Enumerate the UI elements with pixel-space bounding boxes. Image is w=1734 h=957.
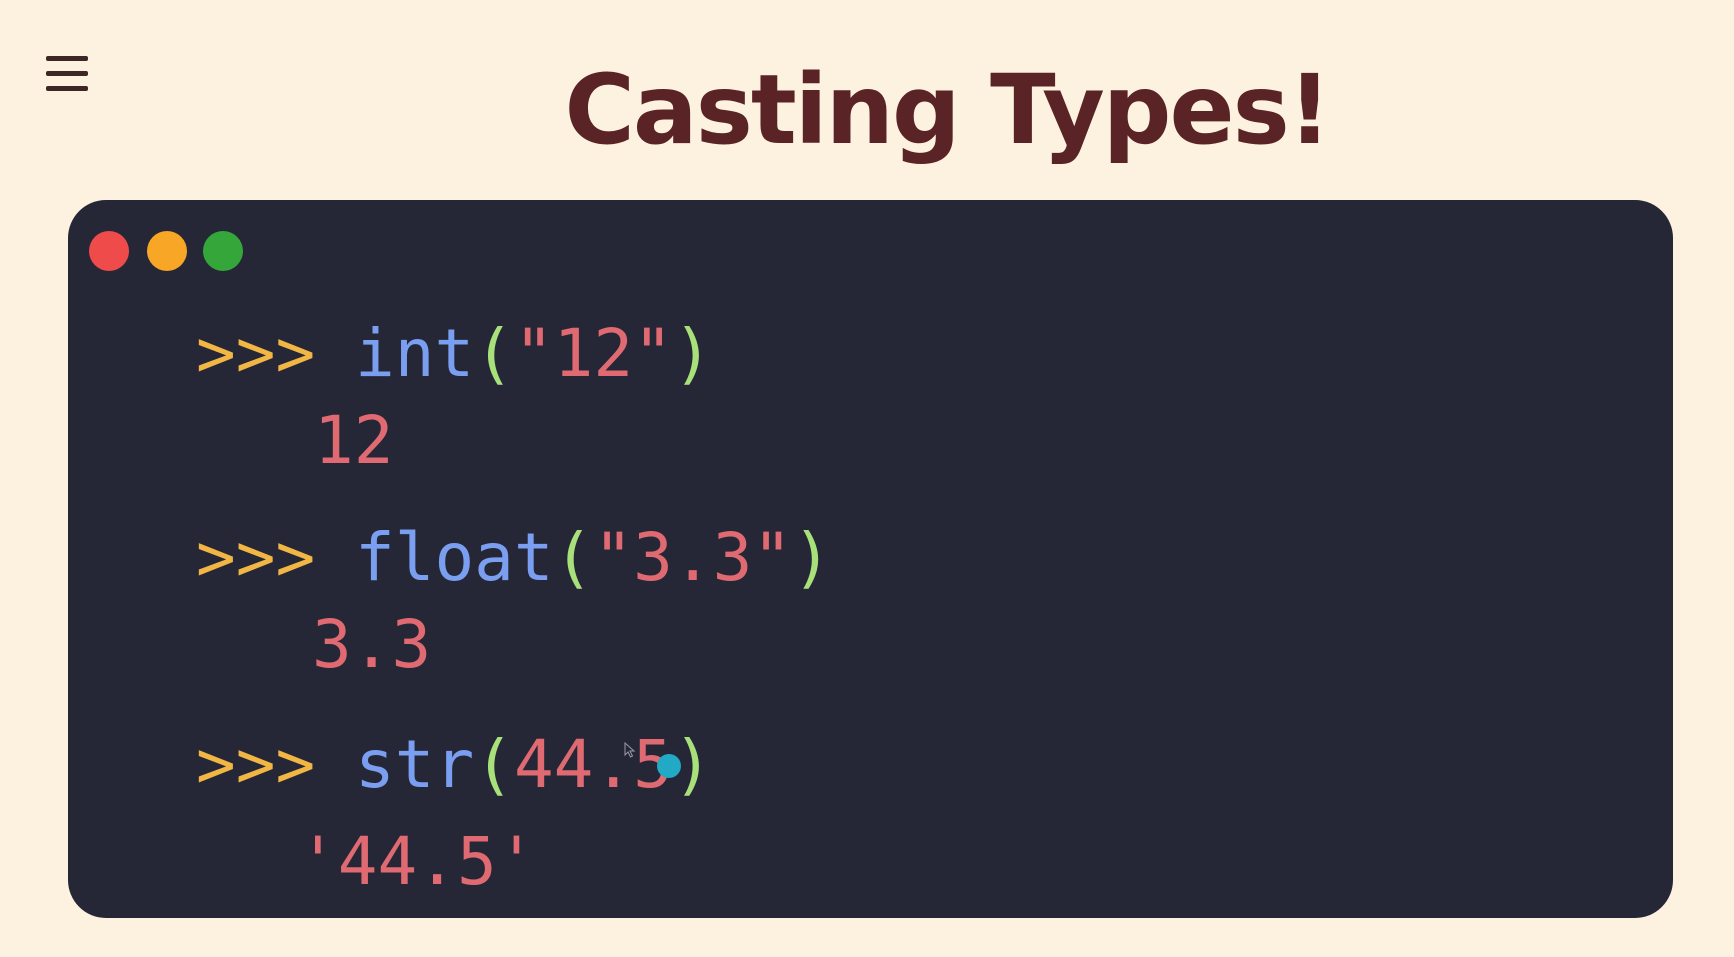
open-paren: ( [553,519,594,596]
cursor-highlight-dot [657,754,681,778]
slide: Casting Types! >>> int("12") 12 >>> floa… [0,0,1734,957]
window-maximize-dot[interactable] [203,231,243,271]
open-paren: ( [474,315,514,392]
code-line-3: >>> str(44.5) [196,725,713,805]
mouse-pointer-icon [624,742,636,758]
prompt: >>> [196,519,316,596]
function-name: str [354,726,475,803]
close-paren: ) [672,315,713,392]
argument: "3.3" [593,519,793,596]
prompt: >>> [196,315,316,392]
output-line-1: 12 [314,402,394,479]
code-line-1: >>> int("12") [196,314,713,394]
output-line-3: '44.5' [298,823,537,900]
close-paren: ) [792,519,832,596]
page-title: Casting Types! [564,54,1331,166]
argument: "12" [513,315,673,392]
function-name: int [354,315,475,392]
output-line-2: 3.3 [312,606,432,683]
prompt: >>> [196,726,316,803]
code-line-2: >>> float("3.3") [196,518,832,598]
open-paren: ( [474,726,514,803]
window-close-dot[interactable] [89,231,129,271]
window-minimize-dot[interactable] [147,231,187,271]
argument: 44.5 [513,726,673,803]
function-name: float [354,519,554,596]
